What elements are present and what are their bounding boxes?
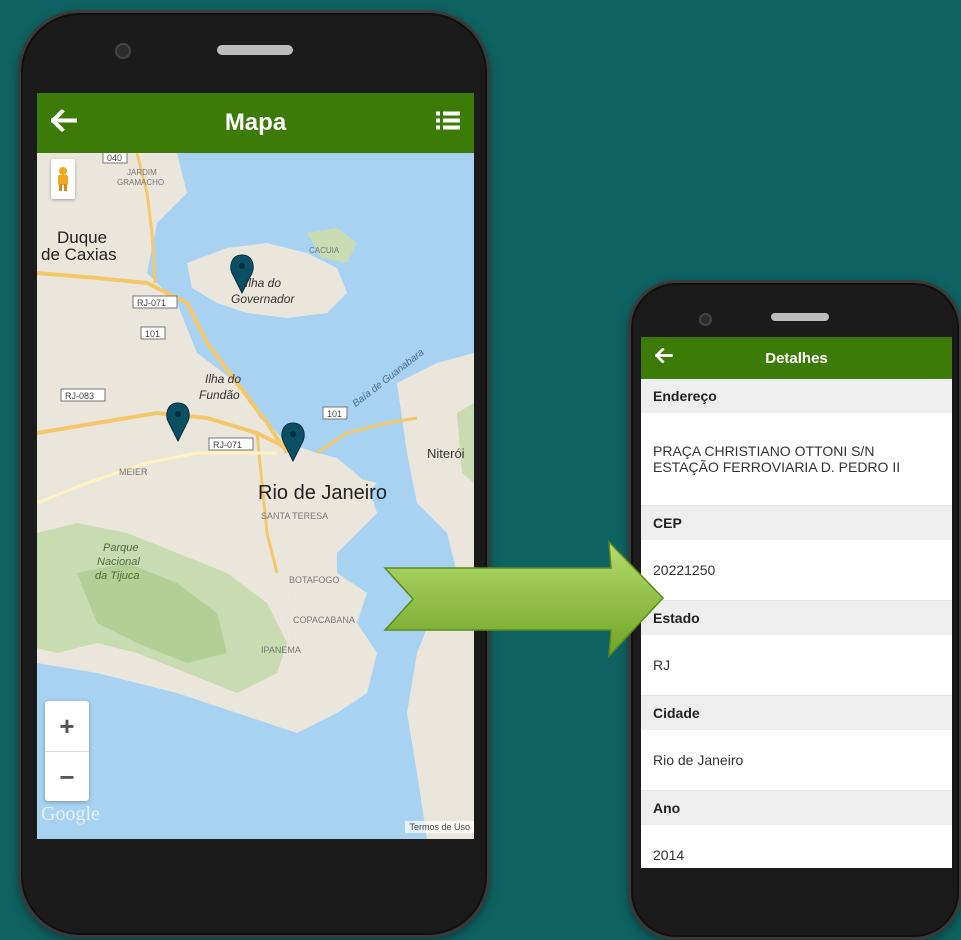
- back-button[interactable]: [654, 347, 673, 368]
- map-canvas: 040 RJ-071 101 RJ-083 RJ-071 101 Duque d…: [37, 153, 474, 839]
- label-botafogo: BOTAFOGO: [289, 575, 339, 585]
- map-view[interactable]: 040 RJ-071 101 RJ-083 RJ-071 101 Duque d…: [37, 153, 474, 839]
- phone-right: Detalhes Endereço PRAÇA CHRISTIANO OTTON…: [628, 280, 961, 940]
- zoom-out-button[interactable]: −: [45, 751, 89, 802]
- pegman-icon: [58, 167, 68, 191]
- label-ilha-fundao-2: Fundão: [199, 388, 240, 402]
- field-value-estado: RJ: [641, 635, 952, 696]
- label-niteroi: Niterói: [427, 446, 465, 461]
- road-shield-rj071-b: RJ-071: [213, 440, 242, 450]
- details-app-bar: Detalhes: [641, 337, 952, 379]
- camera-icon: [115, 43, 131, 59]
- label-copacabana: COPACABANA: [293, 615, 355, 625]
- road-shield-rj071-a: RJ-071: [137, 298, 166, 308]
- label-ilha-gov-1: Ilha do: [245, 276, 281, 290]
- field-value-cidade: Rio de Janeiro: [641, 730, 952, 791]
- label-jardim: JARDIM: [127, 168, 157, 177]
- field-label-cidade: Cidade: [641, 696, 952, 730]
- camera-icon: [699, 313, 712, 326]
- list-button[interactable]: [436, 110, 460, 137]
- label-cacuia: CACUIA: [309, 246, 340, 255]
- endereco-line-2: ESTAÇÃO FERROVIARIA D. PEDRO II: [653, 459, 901, 475]
- page-title: Mapa: [224, 109, 287, 136]
- road-shield-101-a: 101: [145, 329, 160, 339]
- map-screen: Mapa 040 RJ-071 101 RJ-083 RJ-071 101 Du…: [37, 93, 474, 839]
- endereco-line-1: PRAÇA CHRISTIANO OTTONI S/N: [653, 443, 875, 459]
- field-value-cep: 20221250: [641, 540, 952, 601]
- road-shield-rj083: RJ-083: [65, 391, 94, 401]
- field-value-ano: 2014: [641, 825, 952, 868]
- label-ipanema: IPANEMA: [261, 645, 301, 655]
- map-app-bar: Mapa: [37, 93, 474, 153]
- details-screen: Detalhes Endereço PRAÇA CHRISTIANO OTTON…: [641, 337, 952, 868]
- zoom-in-button[interactable]: +: [45, 701, 89, 751]
- road-shield-040: 040: [107, 153, 122, 163]
- field-value-endereco: PRAÇA CHRISTIANO OTTONI S/N ESTAÇÃO FERR…: [641, 413, 952, 506]
- back-button[interactable]: [50, 108, 77, 137]
- street-view-pegman-button[interactable]: [51, 159, 75, 199]
- field-label-estado: Estado: [641, 601, 952, 635]
- label-parque-1: Parque: [103, 542, 138, 554]
- transition-arrow-icon: [383, 540, 665, 658]
- phone-left: Mapa 040 RJ-071 101 RJ-083 RJ-071 101 Du…: [18, 10, 490, 938]
- label-meier: MEIER: [119, 467, 148, 477]
- field-label-ano: Ano: [641, 791, 952, 825]
- arrow-left-icon: [50, 108, 77, 133]
- label-caxias: de Caxias: [41, 245, 117, 264]
- label-rio-de-janeiro: Rio de Janeiro: [258, 482, 387, 504]
- label-ilha-fundao-1: Ilha do: [205, 372, 241, 386]
- terms-link[interactable]: Termos de Uso: [405, 821, 474, 833]
- road-shield-101-b: 101: [327, 409, 342, 419]
- speaker-grille: [771, 313, 829, 321]
- details-list: Endereço PRAÇA CHRISTIANO OTTONI S/N EST…: [641, 379, 952, 868]
- field-label-cep: CEP: [641, 506, 952, 540]
- label-gramacho: GRAMACHO: [117, 178, 164, 187]
- label-ilha-gov-2: Governador: [231, 292, 295, 306]
- google-logo: Google: [41, 803, 100, 825]
- label-parque-3: da Tijuca: [95, 570, 140, 582]
- list-icon: [436, 111, 460, 130]
- arrow-left-icon: [654, 347, 673, 364]
- label-parque-2: Nacional: [97, 556, 140, 568]
- zoom-control: + −: [45, 701, 89, 801]
- page-title: Detalhes: [765, 349, 828, 367]
- label-santa-teresa: SANTA TERESA: [261, 511, 328, 521]
- speaker-grille: [217, 45, 293, 55]
- field-label-endereco: Endereço: [641, 379, 952, 413]
